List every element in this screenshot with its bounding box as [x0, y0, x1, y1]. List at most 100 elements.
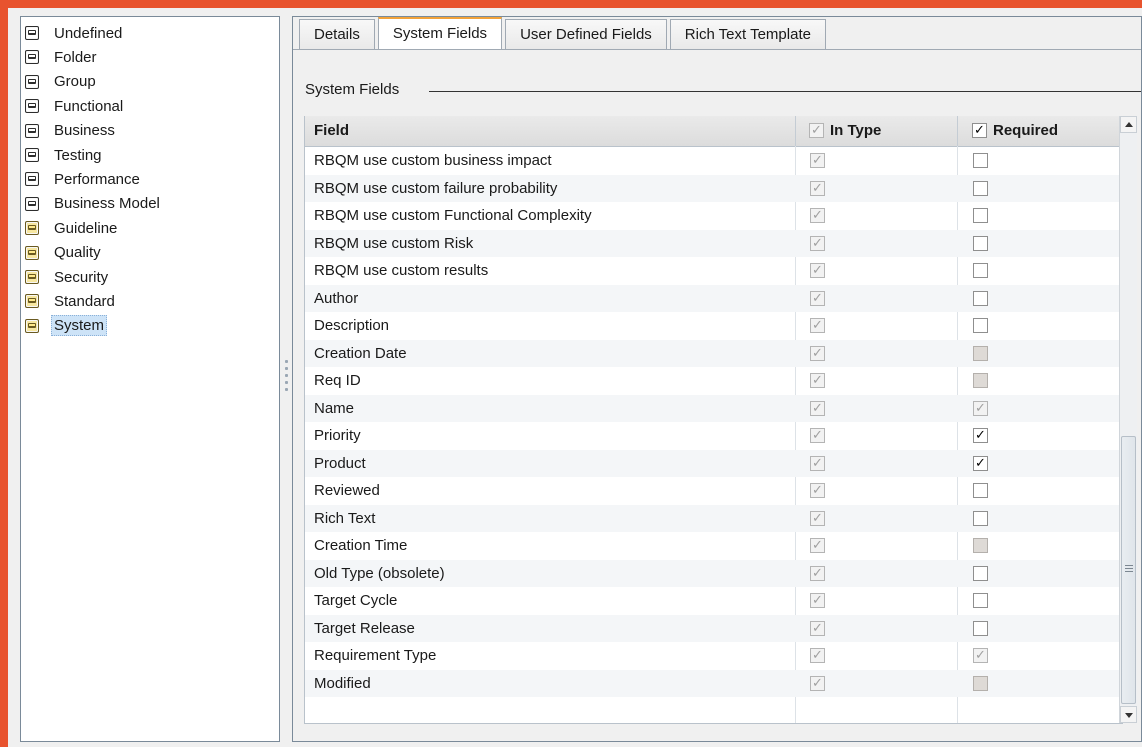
header-field[interactable]: Field	[314, 116, 349, 146]
tree-item-testing[interactable]: Testing	[25, 143, 105, 167]
table-row[interactable]: Priority ✓ ✓	[305, 422, 1123, 449]
table-row[interactable]: Target Cycle ✓	[305, 587, 1123, 614]
required-checkbox	[973, 373, 988, 388]
field-name-cell: Priority	[314, 427, 361, 444]
scroll-down-button[interactable]	[1120, 706, 1137, 723]
details-panel: Details System Fields User Defined Fields R…	[292, 16, 1142, 742]
required-checkbox[interactable]	[973, 483, 988, 498]
req-type-yellow-icon	[25, 294, 39, 309]
scroll-up-button[interactable]	[1120, 116, 1137, 133]
tree-item-label: Quality	[54, 244, 101, 262]
tree-item-system[interactable]: System	[25, 314, 108, 338]
in-type-checkbox: ✓	[810, 428, 825, 443]
in-type-checkbox: ✓	[810, 153, 825, 168]
tree-item-label: Business Model	[54, 195, 160, 213]
group-title: System Fields	[305, 81, 408, 98]
in-type-checkbox: ✓	[810, 235, 825, 251]
field-name-cell: Requirement Type	[314, 647, 437, 664]
field-name-cell: RBQM use custom Functional Complexity	[314, 207, 592, 224]
field-name-cell: Target Release	[314, 619, 415, 637]
tree-item-standard[interactable]: Standard	[25, 289, 118, 313]
table-row[interactable]: RBQM use custom business impact ✓	[305, 147, 1123, 174]
table-row[interactable]: Target Release ✓	[305, 614, 1123, 642]
field-name-cell: Description	[314, 317, 390, 334]
tree-item-label: Testing	[54, 146, 102, 164]
header-in-type[interactable]: ✓ In Type	[809, 116, 881, 146]
table-row[interactable]: Author ✓	[305, 284, 1123, 312]
table-row[interactable]: RBQM use custom Risk ✓	[305, 229, 1123, 257]
required-checkbox[interactable]	[973, 263, 988, 278]
in-type-checkbox: ✓	[810, 675, 825, 691]
table-row[interactable]: Rich Text ✓	[305, 504, 1123, 532]
required-checkbox[interactable]: ✓	[973, 455, 988, 471]
table-row[interactable]: RBQM use custom failure probability ✓	[305, 174, 1123, 202]
table-row[interactable]: RBQM use custom results ✓	[305, 257, 1123, 284]
field-name-cell: Product	[314, 454, 366, 472]
field-name-cell: Old Type (obsolete)	[314, 564, 445, 582]
tree-item-label: Standard	[54, 292, 115, 310]
field-name-cell: Reviewed	[314, 482, 380, 499]
in-type-checkbox: ✓	[810, 318, 825, 333]
tree-item-security[interactable]: Security	[25, 265, 111, 289]
required-checkbox[interactable]	[973, 565, 988, 581]
tab-details[interactable]: Details	[299, 19, 375, 49]
group-divider	[429, 91, 1141, 92]
tree-item-functional[interactable]: Functional	[25, 94, 126, 118]
scroll-thumb[interactable]	[1121, 436, 1136, 704]
required-checkbox[interactable]: ✓	[973, 428, 988, 443]
table-row[interactable]: Old Type (obsolete) ✓	[305, 559, 1123, 587]
required-checkbox[interactable]	[973, 510, 988, 526]
arrow-down-icon	[1125, 713, 1133, 718]
required-checkbox[interactable]	[973, 208, 988, 223]
table-row[interactable]: Modified ✓	[305, 669, 1123, 697]
table-row[interactable]: Name ✓ ✓	[305, 394, 1123, 422]
field-name-cell: RBQM use custom results	[314, 262, 489, 279]
table-row[interactable]: Reviewed ✓	[305, 477, 1123, 504]
table-row[interactable]: Creation Date ✓	[305, 339, 1123, 367]
tab-rich-text-template[interactable]: Rich Text Template	[669, 19, 826, 49]
header-required[interactable]: ✓ Required	[972, 116, 1058, 146]
splitter-grip[interactable]	[285, 360, 289, 396]
table-row[interactable]: RBQM use custom Functional Complexity ✓	[305, 202, 1123, 229]
tree-item-undefined[interactable]: Undefined	[25, 21, 125, 45]
field-name-cell: Rich Text	[314, 509, 376, 527]
tree-item-guideline[interactable]: Guideline	[25, 216, 120, 240]
table-row[interactable]: Creation Time ✓	[305, 532, 1123, 559]
required-checkbox[interactable]	[973, 290, 988, 306]
in-type-checkbox: ✓	[810, 263, 825, 278]
tree-item-business[interactable]: Business	[25, 119, 118, 143]
req-type-icon	[25, 99, 39, 114]
required-checkbox[interactable]	[973, 180, 988, 196]
table-row[interactable]: Description ✓	[305, 312, 1123, 339]
required-checkbox[interactable]	[973, 153, 988, 168]
required-checkbox[interactable]	[973, 620, 988, 636]
tree-item-performance[interactable]: Performance	[25, 167, 143, 191]
required-checkbox[interactable]	[973, 593, 988, 608]
table-row[interactable]: Requirement Type ✓ ✓	[305, 642, 1123, 669]
required-checkbox: ✓	[973, 648, 988, 663]
requirement-type-tree[interactable]: Undefined Folder Group Functional Business Te…	[20, 16, 280, 742]
tab-user-defined-fields[interactable]: User Defined Fields	[505, 19, 667, 49]
required-checkbox: ✓	[973, 400, 988, 416]
in-type-checkbox: ✓	[810, 180, 825, 196]
vertical-scrollbar[interactable]	[1119, 116, 1137, 723]
tree-item-group[interactable]: Group	[25, 70, 99, 94]
required-checkbox[interactable]	[973, 318, 988, 333]
in-type-checkbox: ✓	[810, 538, 825, 553]
field-name-cell: Author	[314, 289, 359, 307]
field-name-cell: RBQM use custom business impact	[314, 152, 552, 169]
table-row[interactable]: Product ✓ ✓	[305, 449, 1123, 477]
required-header-checkbox[interactable]: ✓	[972, 122, 987, 138]
in-type-checkbox: ✓	[810, 648, 825, 663]
tree-item-business-model[interactable]: Business Model	[25, 192, 163, 216]
tree-item-label: Business	[54, 122, 115, 140]
header-required-label: Required	[993, 122, 1059, 139]
table-row[interactable]: Req ID ✓	[305, 367, 1123, 394]
tree-item-label: Functional	[54, 97, 124, 115]
tree-item-quality[interactable]: Quality	[25, 241, 104, 265]
tree-item-folder[interactable]: Folder	[25, 45, 100, 69]
tab-system-fields[interactable]: System Fields	[377, 17, 503, 50]
required-checkbox[interactable]	[973, 235, 988, 251]
field-name-cell: RBQM use custom Risk	[314, 234, 474, 252]
field-name-cell: Modified	[314, 674, 371, 692]
